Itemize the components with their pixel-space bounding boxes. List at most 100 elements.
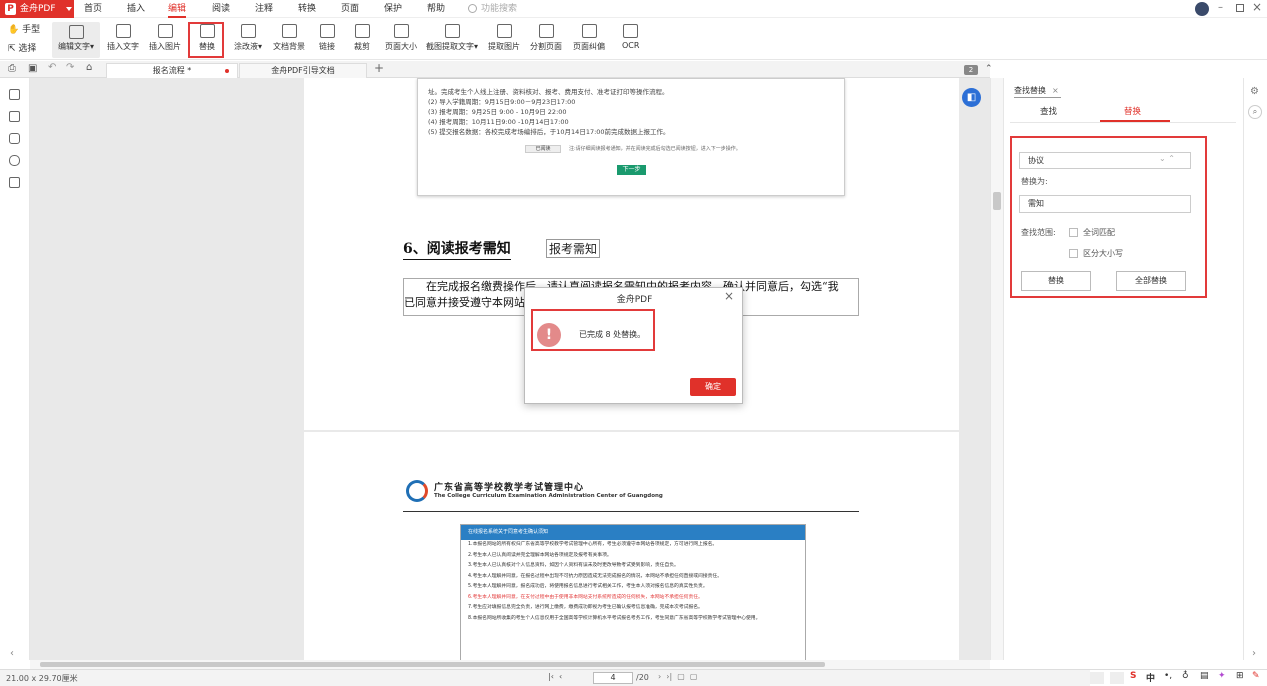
- screenshot-ocr-button[interactable]: 截图提取文字▾: [426, 24, 478, 52]
- bookmark-icon[interactable]: [9, 89, 20, 100]
- app-menu-button[interactable]: P 金舟PDF: [0, 0, 74, 18]
- crop-button[interactable]: 裁剪: [354, 24, 370, 52]
- replace-all-button[interactable]: 全部替换: [1116, 271, 1186, 291]
- select-tool-label: 选择: [18, 44, 37, 54]
- function-search[interactable]: 功能搜索: [468, 3, 517, 15]
- tab-find[interactable]: 查找: [1040, 105, 1057, 117]
- maximize-icon[interactable]: [1236, 4, 1244, 12]
- horizontal-scroll-thumb[interactable]: [40, 662, 825, 667]
- page-size-icon: [393, 24, 409, 38]
- ocr-label: OCR: [622, 41, 640, 50]
- app-logo-icon: P: [5, 3, 16, 15]
- close-icon[interactable]: ×: [724, 289, 734, 303]
- shot-note: 注:请仔细阅读报考通知，并在阅读完成后勾选已阅读按钮，进入下一步操作。: [569, 146, 741, 152]
- replace-label: 替换为:: [1021, 177, 1048, 186]
- match-case-checkbox[interactable]: [1069, 249, 1078, 258]
- status-bar: 21.00 x 29.70厘米 |‹ ‹ 4 /20 › ›| ▢ ▢ S 中 …: [0, 669, 1267, 686]
- correction-fluid-button[interactable]: 涂改液▾: [234, 24, 262, 52]
- shot-line: 址。完成考生个人线上注册、资料核对、报考、费用支付、准考证打印等操作流程。: [428, 88, 669, 96]
- insert-image-button[interactable]: 插入图片: [149, 24, 181, 52]
- doc-background-button[interactable]: 文档背景: [273, 24, 305, 52]
- save-icon[interactable]: ▣: [28, 63, 37, 74]
- ime-language[interactable]: 中: [1146, 671, 1155, 684]
- chevron-up-icon[interactable]: ⌃: [985, 64, 993, 74]
- minimize-icon[interactable]: –: [1218, 2, 1223, 13]
- replace-button[interactable]: 替换: [1021, 271, 1091, 291]
- select-tool[interactable]: ⇱ 选择: [8, 41, 36, 54]
- link-button[interactable]: 链接: [319, 24, 335, 52]
- insert-text-button[interactable]: 插入文字: [107, 24, 139, 52]
- menu-read[interactable]: 阅读: [212, 0, 230, 18]
- divider: [1014, 97, 1061, 98]
- split-page-button[interactable]: 分割页面: [530, 24, 562, 52]
- shot-line: (4) 报考周期：10月11日9:00 -10月14日17:00: [428, 118, 569, 126]
- tab-replace[interactable]: 替换: [1124, 105, 1141, 117]
- hand-tool[interactable]: ✋ 手型: [8, 22, 40, 35]
- ime-toolbar[interactable]: S 中 •, ♁ ▤ ✦ ⊞ ✎: [1090, 670, 1267, 686]
- tab-guide-doc[interactable]: 金舟PDF引导文档: [239, 63, 367, 78]
- document-viewer[interactable]: 址。完成考生个人线上注册、资料核对、报考、费用支付、准考证打印等操作流程。 (2…: [30, 78, 990, 660]
- message-dialog: 金舟PDF × ! 已完成 8 处替换。 确定: [524, 287, 743, 404]
- app-name: 金舟PDF: [20, 4, 56, 14]
- tools-icon[interactable]: ✎: [1252, 671, 1260, 681]
- vertical-scrollbar[interactable]: [990, 78, 1003, 660]
- settings-sliders-icon[interactable]: ⚙: [1250, 86, 1259, 97]
- attachment-icon[interactable]: [9, 155, 20, 166]
- sogou-icon[interactable]: S: [1130, 671, 1136, 681]
- close-icon[interactable]: ×: [1252, 0, 1262, 14]
- rule-item: 7.考生应对填报信息完全负责，进行网上缴费，缴费成功即视为考生已确认报考信息准确…: [468, 605, 703, 610]
- panel-tab[interactable]: 查找替换 ×: [1014, 85, 1059, 96]
- add-tab-button[interactable]: +: [374, 61, 384, 75]
- menu-insert[interactable]: 插入: [127, 0, 145, 18]
- find-nav-arrows[interactable]: ⌄ ⌃: [1159, 154, 1175, 163]
- page-size-button[interactable]: 页面大小: [385, 24, 417, 52]
- pager-next-controls[interactable]: › ›| ▢ ▢: [658, 672, 697, 681]
- menu-home[interactable]: 首页: [84, 0, 102, 18]
- rule-item: 4.考生本人理解并同意，在报名过程中出现不可抗力原因造成无法完成报名的情况，本网…: [468, 573, 723, 579]
- extract-image-button[interactable]: 提取图片: [488, 24, 520, 52]
- collapse-left-icon[interactable]: ‹: [10, 648, 14, 659]
- comment-icon[interactable]: [9, 133, 20, 144]
- deskew-button[interactable]: 页面纠偏: [573, 24, 605, 52]
- search-icon[interactable]: ⌕: [1248, 105, 1262, 119]
- redo-icon[interactable]: ↷: [66, 62, 74, 73]
- skin-icon[interactable]: ✦: [1218, 671, 1226, 681]
- keyboard-icon[interactable]: ▤: [1200, 671, 1209, 681]
- collapse-right-icon[interactable]: ›: [1252, 648, 1256, 659]
- whole-word-checkbox[interactable]: [1069, 228, 1078, 237]
- edit-text-button[interactable]: 编辑文字▾: [52, 22, 100, 58]
- total-pages: /20: [636, 673, 649, 682]
- menu-convert[interactable]: 转换: [298, 0, 316, 18]
- ok-button[interactable]: 确定: [690, 378, 736, 396]
- current-page-input[interactable]: 4: [593, 672, 633, 684]
- image-icon: [157, 24, 173, 38]
- view-mode-icon[interactable]: [1090, 672, 1104, 684]
- replaced-text-box[interactable]: 报考需知: [546, 239, 601, 258]
- avatar[interactable]: [1195, 2, 1209, 16]
- vertical-scroll-thumb[interactable]: [993, 192, 1001, 210]
- close-icon[interactable]: ×: [1052, 86, 1059, 95]
- org-title: 广东省高等学校教学考试管理中心: [434, 483, 585, 493]
- pager-prev-controls[interactable]: |‹ ‹: [548, 672, 562, 681]
- replace-input[interactable]: 需知: [1019, 195, 1191, 213]
- image-panel-icon[interactable]: [9, 177, 20, 188]
- menu-help[interactable]: 帮助: [427, 0, 445, 18]
- menu-page[interactable]: 页面: [341, 0, 359, 18]
- layout-icon[interactable]: [1110, 672, 1124, 684]
- ocr-button[interactable]: OCR: [622, 24, 639, 50]
- link-icon: [319, 24, 335, 38]
- menu-annotate[interactable]: 注释: [255, 0, 273, 18]
- shot-line: (3) 报考周期：9月25日 9:00 - 10月9日 22:00: [428, 108, 567, 116]
- home-icon[interactable]: ⌂: [86, 62, 92, 73]
- punctuation-icon[interactable]: •,: [1164, 671, 1172, 681]
- grid-icon[interactable]: ⊞: [1236, 671, 1244, 681]
- menu-protect[interactable]: 保护: [384, 0, 402, 18]
- thumbnails-icon[interactable]: [9, 111, 20, 122]
- print-icon[interactable]: ⎙: [8, 63, 16, 74]
- tab-report-process[interactable]: 报名流程 *: [106, 63, 238, 78]
- microphone-icon[interactable]: ♁: [1182, 671, 1189, 681]
- menu-edit[interactable]: 编辑: [168, 0, 187, 18]
- undo-icon[interactable]: ↶: [48, 62, 56, 73]
- ai-assistant-icon[interactable]: ◧: [962, 88, 981, 107]
- org-subtitle: The College Curriculum Examination Admin…: [434, 493, 663, 499]
